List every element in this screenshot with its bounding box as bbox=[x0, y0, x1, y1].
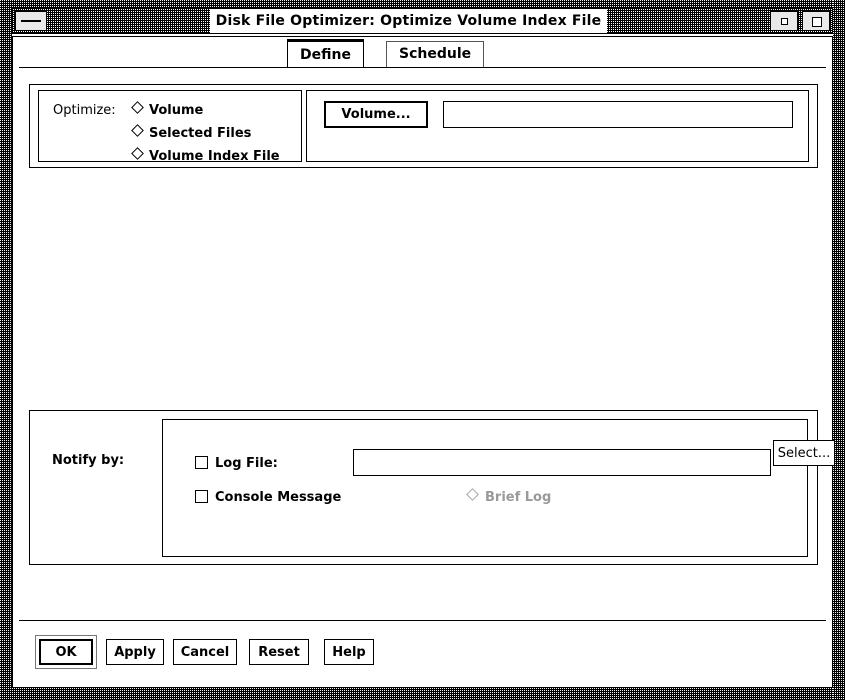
radio-label-brief-log: Brief Log bbox=[485, 490, 552, 505]
volume-selection-panel: Volume... bbox=[306, 90, 809, 162]
radio-label-selected-files: Selected Files bbox=[149, 126, 252, 141]
tab-define[interactable]: Define bbox=[287, 39, 364, 68]
checkbox-label-log-file: Log File: bbox=[215, 456, 278, 471]
maximize-glyph bbox=[812, 17, 823, 27]
log-file-input[interactable] bbox=[353, 449, 771, 476]
volume-input[interactable] bbox=[443, 101, 793, 128]
tab-bar: Define Schedule bbox=[13, 37, 832, 68]
radio-optimize-selected-files[interactable] bbox=[131, 124, 145, 138]
title-bar-fill-right bbox=[607, 9, 769, 33]
radio-diamond-icon bbox=[131, 101, 144, 114]
title-bar[interactable]: Disk File Optimizer: Optimize Volume Ind… bbox=[12, 8, 833, 34]
select-log-file-button[interactable]: Select... bbox=[773, 440, 835, 466]
window-frame-right[interactable] bbox=[833, 0, 845, 700]
help-button[interactable]: Help bbox=[324, 639, 374, 665]
dialog-client-area: Define Schedule Optimize: Volume Selecte… bbox=[12, 36, 835, 688]
minimize-icon[interactable] bbox=[770, 11, 799, 31]
tab-schedule[interactable]: Schedule bbox=[386, 41, 485, 67]
optimize-options-panel: Optimize: Volume Selected Files Volume I… bbox=[38, 90, 302, 164]
application-window: Disk File Optimizer: Optimize Volume Ind… bbox=[0, 0, 845, 700]
apply-button[interactable]: Apply bbox=[106, 639, 164, 665]
optimize-group: Optimize: Volume Selected Files Volume I… bbox=[29, 84, 818, 168]
radio-label-volume-index-file: Volume Index File bbox=[149, 149, 280, 164]
window-menu-bar-glyph bbox=[21, 20, 41, 22]
minimize-glyph bbox=[781, 18, 789, 25]
volume-button[interactable]: Volume... bbox=[324, 101, 428, 128]
notify-group: Notify by: Log File: Console Message Bri… bbox=[29, 410, 835, 565]
tab-bar-underline bbox=[19, 67, 826, 68]
window-title: Disk File Optimizer: Optimize Volume Ind… bbox=[209, 9, 608, 33]
radio-label-volume: Volume bbox=[149, 103, 204, 118]
window-menu-icon[interactable] bbox=[15, 11, 47, 31]
optimize-label: Optimize: bbox=[53, 103, 116, 118]
title-bar-fill-left bbox=[49, 9, 210, 33]
radio-brief-log bbox=[466, 488, 480, 502]
ok-button[interactable]: OK bbox=[39, 639, 93, 665]
radio-diamond-icon bbox=[131, 147, 144, 160]
notify-options-panel: Log File: Console Message Brief Log bbox=[162, 419, 808, 557]
window-frame-left[interactable] bbox=[0, 0, 12, 700]
cancel-button[interactable]: Cancel bbox=[173, 639, 237, 665]
checkbox-console-message[interactable] bbox=[195, 490, 208, 503]
radio-diamond-icon bbox=[131, 124, 144, 137]
window-frame-bottom[interactable] bbox=[0, 688, 845, 700]
checkbox-label-console-message: Console Message bbox=[215, 490, 342, 505]
maximize-icon[interactable] bbox=[802, 11, 831, 31]
radio-diamond-icon bbox=[466, 488, 479, 501]
notify-by-label: Notify by: bbox=[52, 453, 125, 468]
action-bar-separator bbox=[19, 620, 826, 621]
reset-button[interactable]: Reset bbox=[249, 639, 309, 665]
radio-optimize-volume-index-file[interactable] bbox=[131, 147, 145, 161]
checkbox-log-file[interactable] bbox=[195, 456, 208, 469]
radio-optimize-volume[interactable] bbox=[131, 101, 145, 115]
